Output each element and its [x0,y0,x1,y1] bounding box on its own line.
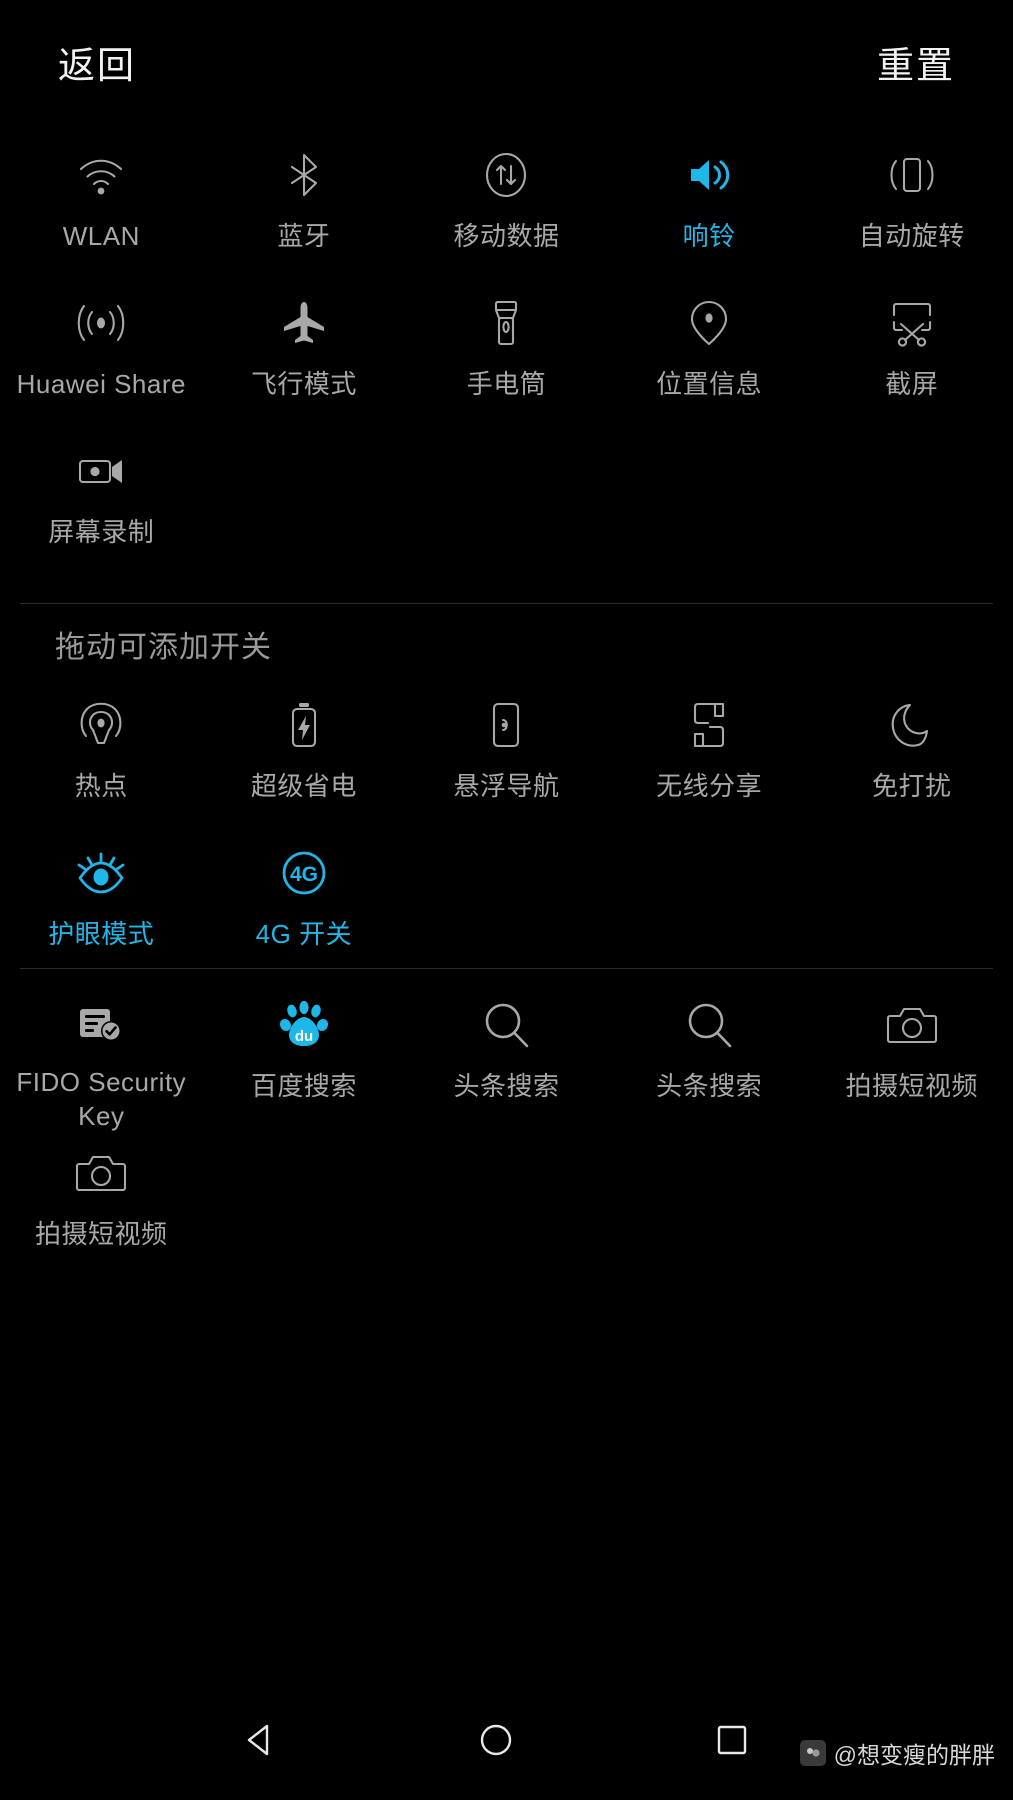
tile-screen-record[interactable]: 屏幕录制 [0,424,203,572]
tile-screenshot[interactable]: 截屏 [810,276,1013,424]
tile-fido-security-key[interactable]: FIDO Security Key [0,978,203,1131]
tile-label: 护眼模式 [48,919,155,949]
tile-label: 无线分享 [656,771,763,801]
tile-label: Huawei Share [16,369,186,399]
quick-settings-edit-screen: 返回 重置 WLAN 蓝牙 移动数据 响铃 自动旋转 Huawei Share … [0,0,1013,1800]
tile-label: 拍摄短视频 [845,1071,978,1101]
screen-record-icon [72,442,130,500]
tile-label: 响铃 [682,221,736,251]
back-button[interactable]: 返回 [58,47,136,84]
svg-text:4G: 4G [290,863,318,886]
tile-short-video-1[interactable]: 拍摄短视频 [810,978,1013,1126]
tile-mobile-data[interactable]: 移动数据 [405,128,608,276]
tile-toutiao-search-2[interactable]: 头条搜索 [608,978,811,1126]
tile-auto-rotate[interactable]: 自动旋转 [810,128,1013,276]
watermark: @想变瘦的胖胖 [799,1736,995,1770]
drag-to-add-grid: 热点 超级省电 悬浮导航 无线分享 免打扰 护眼模式 4G 4G 开关 [0,678,1013,974]
bluetooth-icon [275,146,333,204]
tile-wireless-share[interactable]: 无线分享 [608,678,811,826]
tile-label: 蓝牙 [277,221,331,251]
tile-label: 拍摄短视频 [35,1219,168,1249]
hotspot-icon [72,696,130,754]
tile-label: 飞行模式 [250,369,357,399]
tile-floating-nav[interactable]: 悬浮导航 [405,678,608,826]
tile-label: 移动数据 [453,221,560,251]
tile-label: 免打扰 [871,771,952,801]
tile-airplane-mode[interactable]: 飞行模式 [203,276,406,424]
tile-label: 头条搜索 [453,1071,560,1101]
screenshot-icon [883,294,941,352]
four-g-toggle-icon: 4G [275,844,333,902]
reset-button[interactable]: 重置 [877,47,955,84]
ringer-icon [680,146,738,204]
shortcut-grid: FIDO Security Key du 百度搜索 头条搜索 头条搜索 拍摄短视… [0,978,1013,1274]
active-toggles-section: WLAN 蓝牙 移动数据 响铃 自动旋转 Huawei Share 飞行模式 手… [0,128,1013,572]
watermark-logo-icon [799,1740,826,1766]
tile-do-not-disturb[interactable]: 免打扰 [810,678,1013,826]
tile-wlan[interactable]: WLAN [0,128,203,276]
camera-icon [883,996,941,1054]
tile-label: 截屏 [885,369,939,399]
flashlight-icon [477,294,535,352]
drag-section-title: 拖动可添加开关 [55,631,272,664]
tile-4g-toggle[interactable]: 4G 4G 开关 [203,826,406,974]
tile-label: 超级省电 [250,771,357,801]
tile-label: 屏幕录制 [48,517,155,547]
baidu-search-icon: du [275,996,333,1054]
svg-text:du: du [295,1028,313,1045]
tile-label: FIDO Security Key [16,1067,187,1131]
fido-security-key-icon [72,996,130,1050]
huawei-share-icon [72,294,130,352]
tile-eye-comfort[interactable]: 护眼模式 [0,826,203,974]
tile-hotspot[interactable]: 热点 [0,678,203,826]
wifi-icon [72,146,130,204]
tile-label: 百度搜索 [250,1071,357,1101]
eye-comfort-icon [72,844,130,902]
tile-label: 4G 开关 [255,919,353,949]
location-pin-icon [680,294,738,352]
back-triangle-icon[interactable] [240,1720,280,1760]
tile-location[interactable]: 位置信息 [608,276,811,424]
active-toggles-grid: WLAN 蓝牙 移动数据 响铃 自动旋转 Huawei Share 飞行模式 手… [0,128,1013,572]
shortcut-section: FIDO Security Key du 百度搜索 头条搜索 头条搜索 拍摄短视… [0,978,1013,1274]
section-divider-top [20,603,993,604]
tile-bluetooth[interactable]: 蓝牙 [203,128,406,276]
floating-nav-icon [477,696,535,754]
search-icon [680,996,738,1054]
wireless-share-icon [680,696,738,754]
tile-flashlight[interactable]: 手电筒 [405,276,608,424]
tile-baidu-search[interactable]: du 百度搜索 [203,978,406,1126]
tile-label: WLAN [62,221,140,251]
recents-square-icon[interactable] [712,1720,752,1760]
tile-label: 热点 [74,771,128,801]
tile-label: 悬浮导航 [453,771,560,801]
tile-super-power-save[interactable]: 超级省电 [203,678,406,826]
camera-icon [72,1144,130,1202]
header-bar: 返回 重置 [0,0,1013,130]
watermark-text: @想变瘦的胖胖 [833,1742,995,1768]
mobile-data-icon [477,146,535,204]
tile-label: 自动旋转 [858,221,965,251]
tile-ringer[interactable]: 响铃 [608,128,811,276]
tile-toutiao-search-1[interactable]: 头条搜索 [405,978,608,1126]
tile-label: 头条搜索 [656,1071,763,1101]
super-power-save-icon [275,696,333,754]
tile-label: 手电筒 [466,369,547,399]
drag-to-add-section: 热点 超级省电 悬浮导航 无线分享 免打扰 护眼模式 4G 4G 开关 [0,678,1013,974]
section-divider-bottom [20,968,993,969]
tile-short-video-2[interactable]: 拍摄短视频 [0,1126,203,1274]
airplane-icon [275,294,333,352]
auto-rotate-icon [883,146,941,204]
tile-label: 位置信息 [656,369,763,399]
search-icon [477,996,535,1054]
home-circle-icon[interactable] [476,1720,516,1760]
do-not-disturb-icon [883,696,941,754]
tile-huawei-share[interactable]: Huawei Share [0,276,203,424]
